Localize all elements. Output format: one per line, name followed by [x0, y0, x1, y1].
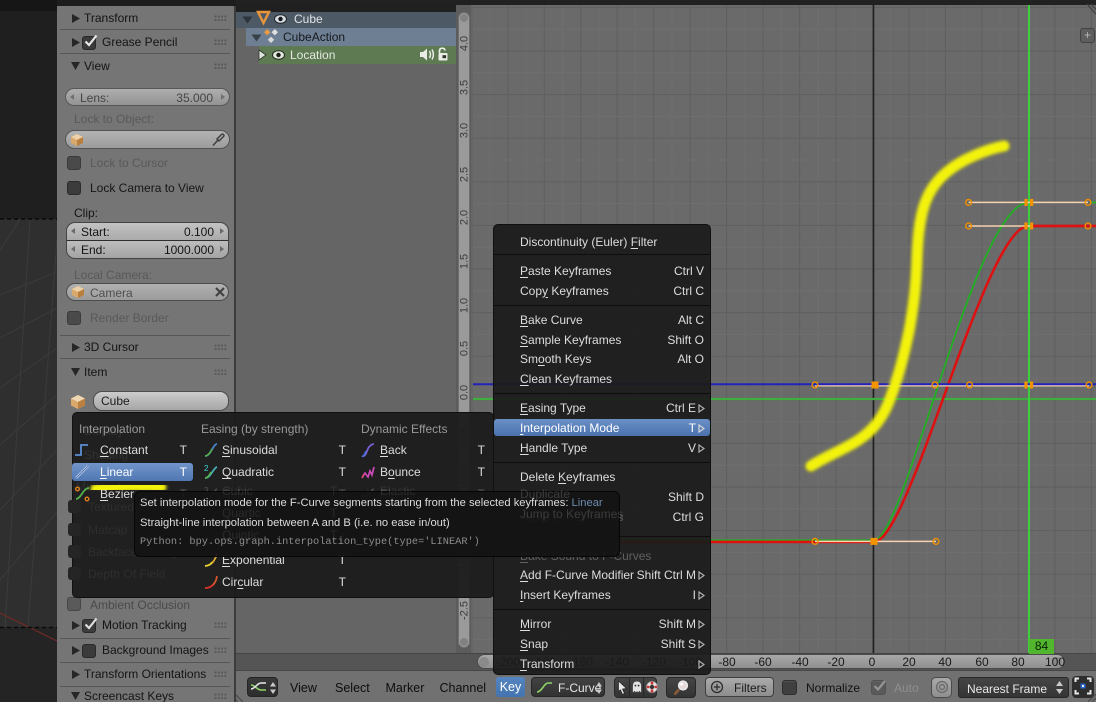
svg-text:2: 2	[204, 464, 209, 473]
